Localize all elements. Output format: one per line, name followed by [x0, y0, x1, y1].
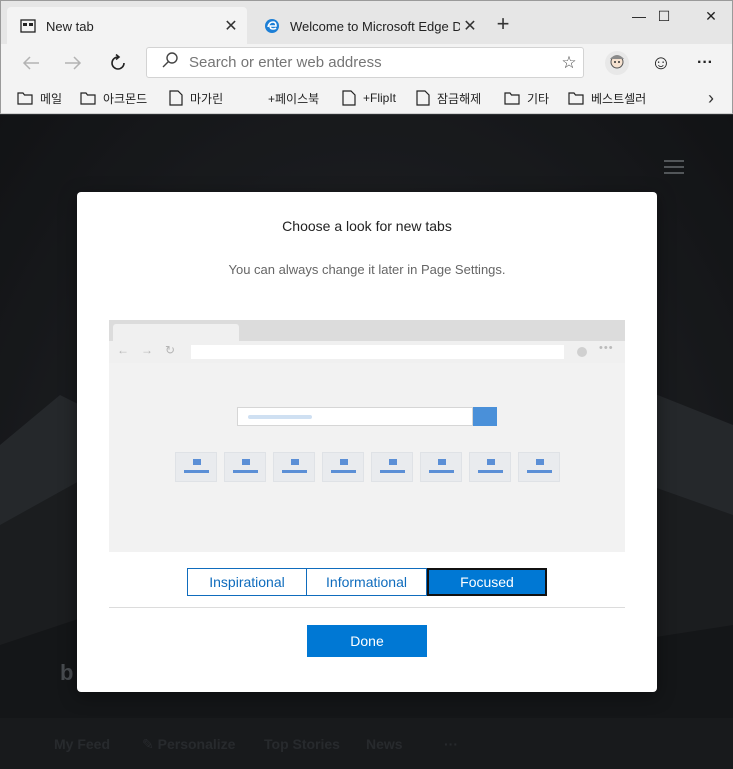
- address-input[interactable]: [189, 54, 555, 71]
- preview-tile: [518, 452, 560, 482]
- bookmark-item[interactable]: 메일: [17, 88, 62, 108]
- preview-tile: [469, 452, 511, 482]
- bookmark-label: +FlipIt: [363, 91, 397, 105]
- tab-new-tab[interactable]: New tab ✕: [7, 7, 247, 45]
- done-button[interactable]: Done: [307, 625, 427, 657]
- arrow-right-icon: [65, 56, 82, 70]
- preview-back-icon: ←: [117, 343, 129, 357]
- favorites-bar: 메일 아크몬드 마가린 +페이스북 +FlipIt 잠금해제 기타 베스트셀러 …: [0, 82, 733, 114]
- preview-tile: [273, 452, 315, 482]
- bookmark-item[interactable]: 마가린: [169, 88, 223, 108]
- layout-preview: ← → ↻ •••: [109, 320, 625, 552]
- page-icon: [416, 90, 430, 106]
- choose-look-dialog: Choose a look for new tabs You can alway…: [77, 192, 657, 692]
- option-inspirational-button[interactable]: Inspirational: [187, 568, 307, 596]
- tab-welcome-edge[interactable]: Welcome to Microsoft Edge Dev ✕: [251, 7, 486, 45]
- refresh-icon: [111, 54, 125, 70]
- preview-quick-links: [175, 452, 560, 482]
- preview-tile: [224, 452, 266, 482]
- divider: [109, 607, 625, 608]
- favorite-star-icon[interactable]: ☆: [555, 53, 583, 73]
- close-window-button[interactable]: ✕: [691, 5, 731, 27]
- preview-search-button: [473, 407, 497, 426]
- feedback-button[interactable]: ☺: [647, 50, 675, 76]
- layout-option-group: Inspirational Informational Focused: [187, 568, 547, 596]
- forward-button[interactable]: [59, 50, 87, 76]
- bookmark-label: 잠금해제: [437, 91, 482, 106]
- preview-address-bar: [191, 345, 564, 359]
- preview-tile: [175, 452, 217, 482]
- edge-logo-icon: [264, 18, 280, 34]
- bookmark-item[interactable]: +페이스북: [247, 88, 319, 108]
- search-icon: [161, 51, 179, 74]
- page-icon: [247, 90, 261, 106]
- bookmark-label: 아크몬드: [103, 91, 148, 106]
- dialog-subtitle: You can always change it later in Page S…: [228, 262, 506, 277]
- tab-strip: New tab ✕ Welcome to Microsoft Edge Dev …: [0, 0, 733, 45]
- preview-refresh-icon: ↻: [165, 343, 176, 357]
- new-tab-page-icon: [20, 18, 36, 34]
- preview-tile: [322, 452, 364, 482]
- page-icon: [169, 90, 183, 106]
- maximize-button[interactable]: ☐: [644, 5, 684, 27]
- bookmark-label: 베스트셀러: [591, 91, 647, 106]
- new-tab-button[interactable]: +: [491, 13, 515, 37]
- toolbar: ☆ ☺ ···: [0, 44, 733, 82]
- close-tab-icon[interactable]: ✕: [460, 16, 480, 36]
- close-tab-icon[interactable]: ✕: [221, 16, 241, 36]
- bookmark-label: +페이스북: [268, 91, 320, 106]
- settings-more-button[interactable]: ···: [691, 50, 719, 76]
- bookmark-item[interactable]: 베스트셀러: [568, 88, 646, 108]
- refresh-button[interactable]: [104, 50, 132, 76]
- more-icon: ···: [697, 54, 713, 71]
- preview-search-box: [237, 407, 473, 426]
- bookmark-item[interactable]: 아크몬드: [80, 88, 147, 108]
- bookmark-item[interactable]: 잠금해제: [416, 88, 481, 108]
- back-button[interactable]: [17, 50, 45, 76]
- option-focused-button[interactable]: Focused: [427, 568, 547, 596]
- folder-icon: [568, 92, 584, 105]
- folder-icon: [80, 92, 96, 105]
- bookmark-label: 마가린: [190, 91, 224, 106]
- preview-avatar: [577, 347, 587, 357]
- preview-tile: [420, 452, 462, 482]
- preview-more-icon: •••: [599, 342, 614, 354]
- tab-title: New tab: [46, 18, 94, 34]
- avatar-icon: [605, 51, 629, 75]
- arrow-left-icon: [22, 56, 39, 70]
- profile-avatar[interactable]: [602, 48, 632, 78]
- dialog-title: Choose a look for new tabs: [282, 218, 452, 234]
- address-bar[interactable]: ☆: [146, 47, 584, 78]
- folder-icon: [17, 92, 33, 105]
- tab-title: Welcome to Microsoft Edge Dev: [290, 18, 460, 34]
- preview-tile: [371, 452, 413, 482]
- preview-forward-icon: →: [141, 343, 153, 357]
- bookmark-label: 기타: [527, 91, 550, 106]
- chevron-right-icon[interactable]: ›: [708, 88, 714, 109]
- bookmark-label: 메일: [40, 91, 63, 106]
- folder-icon: [504, 92, 520, 105]
- option-informational-button[interactable]: Informational: [307, 568, 427, 596]
- bookmark-item[interactable]: 기타: [504, 88, 549, 108]
- preview-tab: [113, 324, 239, 341]
- bookmark-item[interactable]: +FlipIt: [342, 88, 396, 108]
- smiley-icon: ☺: [650, 51, 672, 74]
- page-icon: [342, 90, 356, 106]
